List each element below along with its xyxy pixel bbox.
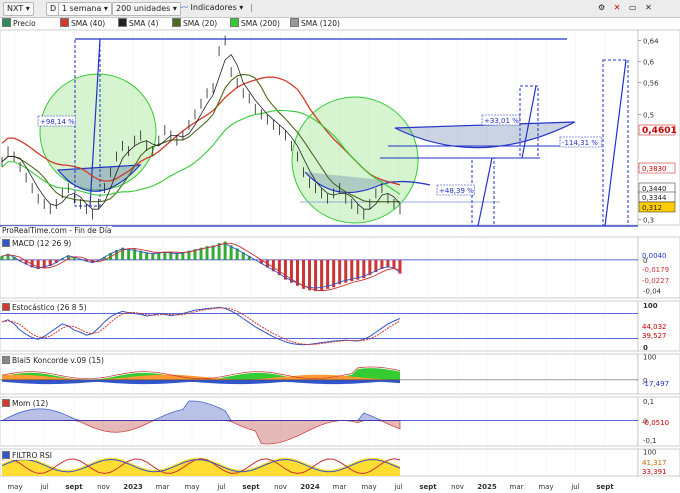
annotation-label: +98,14 % <box>40 118 75 126</box>
x-tick-label: sept <box>419 483 437 491</box>
y-tick-label: 0,56 <box>643 80 659 88</box>
x-tick-label: 2025 <box>477 483 497 491</box>
x-tick-label: nov <box>451 483 464 491</box>
x-tick-label: mar <box>156 483 170 491</box>
x-tick-label: may <box>7 483 22 491</box>
y-tick-label: 0,64 <box>643 38 659 46</box>
x-tick-label: may <box>538 483 553 491</box>
x-tick-label: may <box>184 483 199 491</box>
macd-histogram-bar <box>0 256 4 260</box>
price-value-label: 0,3344 <box>642 194 667 202</box>
macd-histogram-bar <box>302 259 306 289</box>
macd-value-label: 0,0040 <box>642 252 667 260</box>
x-tick-label: mar <box>333 483 347 491</box>
panel-title-momentum: Mom (12) <box>2 399 49 408</box>
panel-title-macd: MACD (12 26 9) <box>2 239 72 248</box>
annotation-label: +33,01 % <box>484 117 519 125</box>
macd-histogram-bar <box>326 259 330 289</box>
macd-histogram-bar <box>320 259 324 291</box>
panel-title-rsi: FILTRO RSI <box>2 451 52 460</box>
annotation-label: +48,39 % <box>439 187 474 195</box>
panel-title-text: MACD (12 26 9) <box>12 239 72 248</box>
rsi-value-label: 33,391 <box>642 468 667 476</box>
x-tick-label: nov <box>97 483 110 491</box>
macd-histogram-bar <box>338 259 342 285</box>
macd-panel <box>0 236 639 299</box>
macd-value-label: -0,0227 <box>642 277 669 285</box>
y-tick-label: -0,1 <box>643 437 657 445</box>
x-tick-label: mar <box>510 483 524 491</box>
y-tick-label: 100 <box>643 302 658 310</box>
price-value-label: 0,312 <box>642 204 662 212</box>
y-tick-label: 0,6 <box>643 59 655 67</box>
y-tick-label: 100 <box>643 448 656 456</box>
macd-histogram-bar <box>356 259 360 280</box>
y-tick-label: 0,1 <box>643 398 654 406</box>
panel-title-text: Blai5 Koncorde v.09 (15) <box>12 356 104 365</box>
x-tick-label: nov <box>274 483 287 491</box>
y-tick-label: 0,5 <box>643 111 654 119</box>
macd-histogram-bar <box>308 259 312 291</box>
panel-title-koncorde: Blai5 Koncorde v.09 (15) <box>2 356 104 365</box>
panel-title-text: Mom (12) <box>12 399 49 408</box>
x-tick-label: may <box>361 483 376 491</box>
y-tick-label: 0,3 <box>643 217 654 225</box>
y-tick-label: 0 <box>643 344 648 352</box>
x-tick-label: sept <box>65 483 83 491</box>
macd-histogram-bar <box>217 243 221 260</box>
momentum-value-label: -0,0510 <box>642 419 669 427</box>
x-tick-label: 2024 <box>300 483 320 491</box>
x-tick-label: 2023 <box>123 483 143 491</box>
x-tick-label: jul <box>393 483 402 491</box>
y-tick-label: -0,04 <box>643 287 662 295</box>
panel-title-stochastic: Estocástico (26 8 5) <box>2 303 87 312</box>
macd-histogram-bar <box>332 259 336 288</box>
panel-title-text: Estocástico (26 8 5) <box>12 303 87 312</box>
x-tick-label: sept <box>596 483 614 491</box>
x-tick-label: jul <box>216 483 225 491</box>
macd-histogram-bar <box>314 259 318 292</box>
price-value-label: 0,3830 <box>642 165 667 173</box>
koncorde-value-label: -17,497 <box>642 380 669 388</box>
macd-value-label: -0,0179 <box>642 266 669 274</box>
x-tick-label: jul <box>39 483 48 491</box>
panel-title-text: FILTRO RSI <box>12 451 52 460</box>
source-label: ProRealTime.com - Fin de Día <box>2 226 112 235</box>
chart-window: NXT ▾ D 1 semana ▾ 200 unidades ▾ 〰 Indi… <box>0 0 680 493</box>
annotation-label: -114,31 % <box>562 139 598 147</box>
macd-histogram-bar <box>211 245 215 260</box>
y-tick-label: 100 <box>643 353 656 361</box>
x-tick-label: sept <box>242 483 260 491</box>
macd-histogram-bar <box>350 259 354 282</box>
x-tick-label: jul <box>570 483 579 491</box>
stoch-value-label: 39,527 <box>642 332 667 340</box>
price-value-label: 0,4601 <box>642 126 677 136</box>
stoch-value-label: 44,032 <box>642 323 667 331</box>
macd-histogram-bar <box>344 259 348 283</box>
chart-canvas: may jul sept nov 2023 mar may jul sept nov 2024 mar… <box>0 29 680 493</box>
rsi-value-label: 41,317 <box>642 459 667 467</box>
